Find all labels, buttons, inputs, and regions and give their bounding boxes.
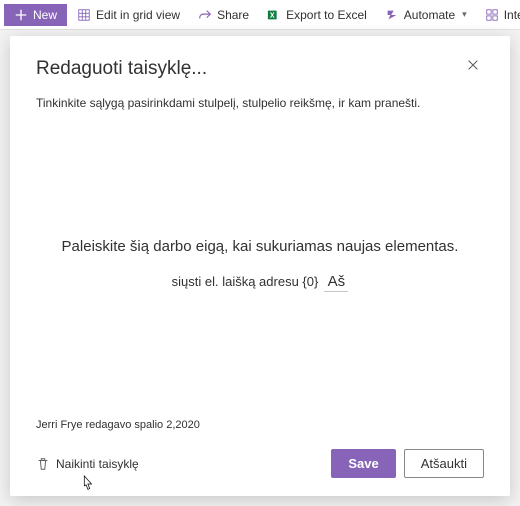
integrate-button[interactable]: Integrate ▾ [477, 4, 520, 26]
plus-icon [14, 8, 28, 22]
integrate-icon [485, 8, 499, 22]
recipient-slot[interactable]: Aš [324, 273, 348, 292]
automate-button[interactable]: Automate ▾ [377, 4, 475, 26]
edit-grid-label: Edit in grid view [96, 8, 180, 22]
share-label: Share [217, 8, 249, 22]
grid-icon [77, 8, 91, 22]
trash-icon [36, 457, 50, 471]
automate-label: Automate [404, 8, 455, 22]
integrate-label: Integrate [504, 8, 520, 22]
new-button[interactable]: New [4, 4, 67, 26]
edit-grid-button[interactable]: Edit in grid view [69, 4, 188, 26]
cancel-button[interactable]: Atšaukti [404, 449, 484, 478]
export-label: Export to Excel [286, 8, 367, 22]
close-icon [466, 58, 480, 72]
send-prefix: siųsti el. laišką adresu {0} [172, 274, 319, 289]
edit-rule-panel: Redaguoti taisyklę... Tinkinkite sąlygą … [10, 36, 510, 496]
close-button[interactable] [466, 58, 484, 76]
workflow-description: Paleiskite šią darbo eigą, kai sukuriama… [62, 238, 459, 255]
panel-footer: Naikinti taisyklę Save Atšaukti [36, 449, 484, 478]
automate-icon [385, 8, 399, 22]
save-button[interactable]: Save [331, 449, 395, 478]
rule-body: Paleiskite šią darbo eigą, kai sukuriama… [36, 110, 484, 419]
excel-icon [267, 8, 281, 22]
command-bar: New Edit in grid view Share Export to Ex… [0, 0, 520, 30]
send-email-line: siųsti el. laišką adresu {0} Aš [172, 273, 349, 292]
edit-meta: Jerri Frye redagavo spalio 2,2020 [36, 419, 484, 431]
panel-subtitle: Tinkinkite sąlygą pasirinkdami stulpelį,… [36, 96, 484, 110]
share-button[interactable]: Share [190, 4, 257, 26]
chevron-down-icon: ▾ [462, 9, 467, 20]
share-icon [198, 8, 212, 22]
delete-rule-button[interactable]: Naikinti taisyklę [36, 457, 139, 471]
delete-label: Naikinti taisyklę [56, 457, 139, 471]
export-excel-button[interactable]: Export to Excel [259, 4, 375, 26]
new-label: New [33, 8, 57, 22]
panel-title: Redaguoti taisyklę... [36, 58, 207, 80]
